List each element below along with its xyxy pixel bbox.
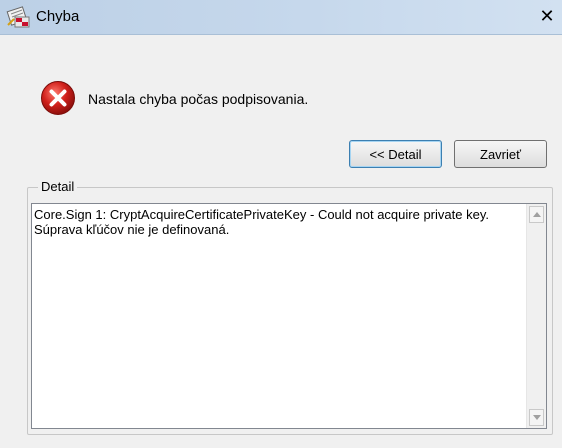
arrow-up-icon: [533, 212, 541, 217]
close-icon[interactable]: ✕: [536, 6, 558, 28]
scroll-up-button[interactable]: [529, 206, 544, 223]
vertical-scrollbar[interactable]: [526, 204, 546, 428]
error-message: Nastala chyba počas podpisovania.: [88, 91, 309, 107]
window-title: Chyba: [36, 8, 80, 25]
detail-text: Core.Sign 1: CryptAcquireCertificatePriv…: [34, 207, 522, 237]
error-dialog: Chyba ✕ Nastala chyba počas podpisovania…: [0, 0, 562, 448]
error-icon: [41, 81, 75, 115]
app-icon: [6, 6, 30, 28]
detail-line: Súprava kľúčov nie je definovaná.: [34, 222, 230, 237]
detail-line: Core.Sign 1: CryptAcquireCertificatePriv…: [34, 207, 489, 222]
close-button[interactable]: Zavrieť: [454, 140, 547, 168]
detail-group-legend: Detail: [38, 179, 78, 194]
detail-textarea[interactable]: Core.Sign 1: CryptAcquireCertificatePriv…: [31, 203, 547, 429]
scroll-down-button[interactable]: [529, 409, 544, 426]
arrow-down-icon: [533, 415, 541, 420]
detail-toggle-button[interactable]: << Detail: [349, 140, 442, 168]
title-bar[interactable]: Chyba ✕: [0, 0, 562, 35]
